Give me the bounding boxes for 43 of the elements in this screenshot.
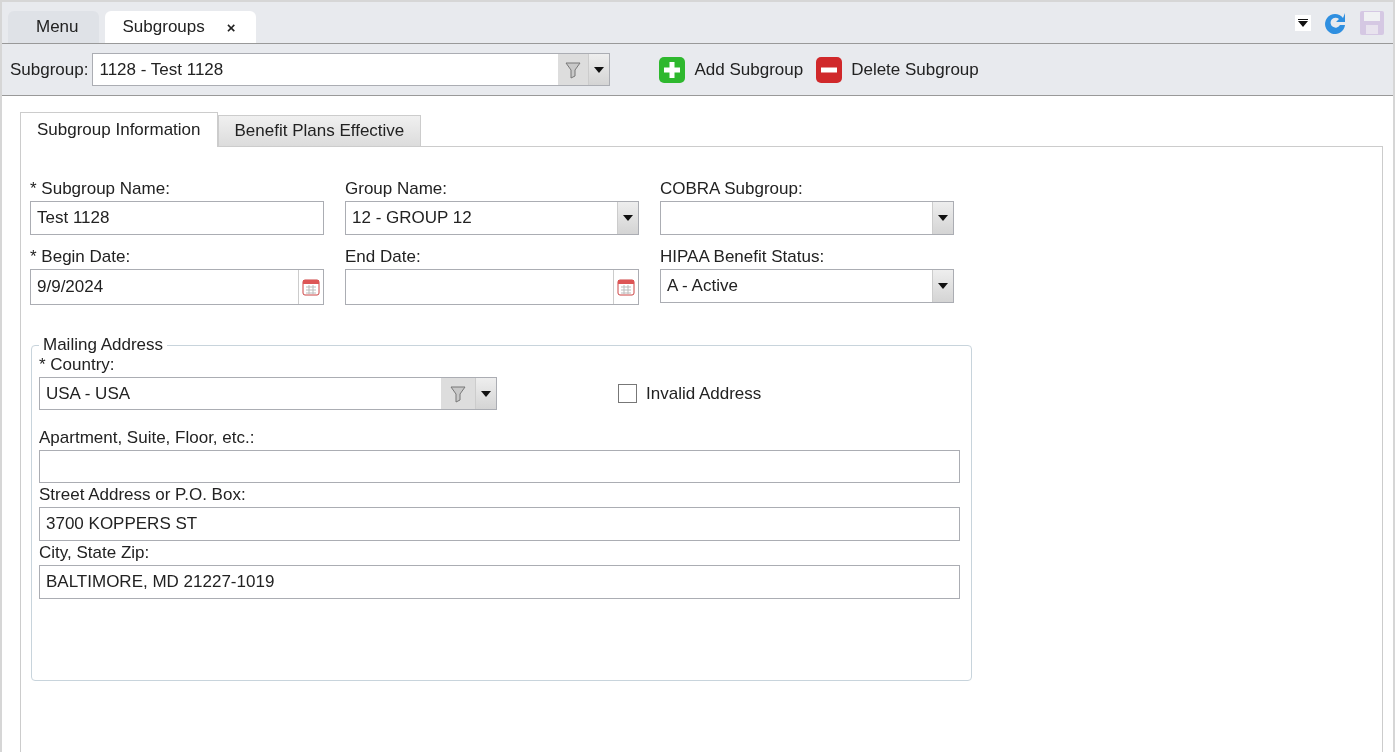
window-tab[interactable]: Subgroups × (104, 11, 256, 43)
field-label: COBRA Subgroup: (660, 179, 804, 199)
field-label: Apartment, Suite, Floor, etc.: (39, 428, 256, 448)
filter-icon[interactable] (565, 60, 582, 79)
group-title: Mailing Address (42, 335, 164, 355)
form-tab[interactable]: Subgroup Information (20, 112, 218, 147)
dropdown-caret-icon[interactable] (938, 283, 948, 289)
minus-icon (815, 55, 844, 84)
input-field[interactable] (39, 450, 960, 483)
field-label: * Begin Date: (30, 247, 132, 267)
field-label: End Date: (345, 247, 422, 267)
dropdown[interactable]: 12 - GROUP 12 (345, 201, 639, 235)
subgroup-label: Subgroup: (10, 59, 89, 80)
plus-icon (658, 55, 687, 84)
field-label: HIPAA Benefit Status: (660, 247, 826, 267)
window-tab[interactable]: Menu (8, 11, 99, 43)
field-label: City, State Zip: (39, 543, 151, 563)
dropdown[interactable]: A - Active (660, 269, 954, 303)
field-label: Street Address or P.O. Box: (39, 485, 247, 505)
input-field[interactable]: 1128 - Test 1128 (92, 53, 611, 86)
checkbox[interactable] (618, 384, 637, 403)
dropdown-caret-icon[interactable] (938, 215, 948, 221)
add-subgroup-button[interactable]: Add Subgroup (654, 55, 808, 84)
filter-icon[interactable] (450, 384, 466, 403)
field-label: * Country: (39, 355, 116, 375)
checkbox-label: Invalid Address (646, 383, 762, 404)
field-label: * Subgroup Name: (30, 179, 171, 199)
dropdown-caret-icon[interactable] (594, 66, 605, 73)
overflow-dropdown-icon[interactable] (1295, 14, 1311, 31)
field-label: Group Name: (345, 179, 449, 199)
delete-subgroup-button[interactable]: Delete Subgroup (811, 55, 983, 84)
input-field[interactable]: 3700 KOPPERS ST (39, 507, 960, 541)
close-tab-button[interactable]: × (226, 18, 236, 36)
form-tab[interactable]: Benefit Plans Effective (217, 115, 422, 146)
date-field[interactable] (345, 269, 639, 305)
calendar-icon[interactable] (302, 278, 320, 296)
input-field[interactable]: Test 1128 (30, 201, 324, 235)
dropdown-caret-icon[interactable] (623, 215, 633, 221)
input-field[interactable]: USA - USA (39, 377, 497, 410)
input-field[interactable]: BALTIMORE, MD 21227-1019 (39, 565, 960, 599)
calendar-icon[interactable] (617, 278, 635, 296)
date-field[interactable]: 9/9/2024 (30, 269, 324, 305)
dropdown-caret-icon[interactable] (481, 390, 491, 397)
